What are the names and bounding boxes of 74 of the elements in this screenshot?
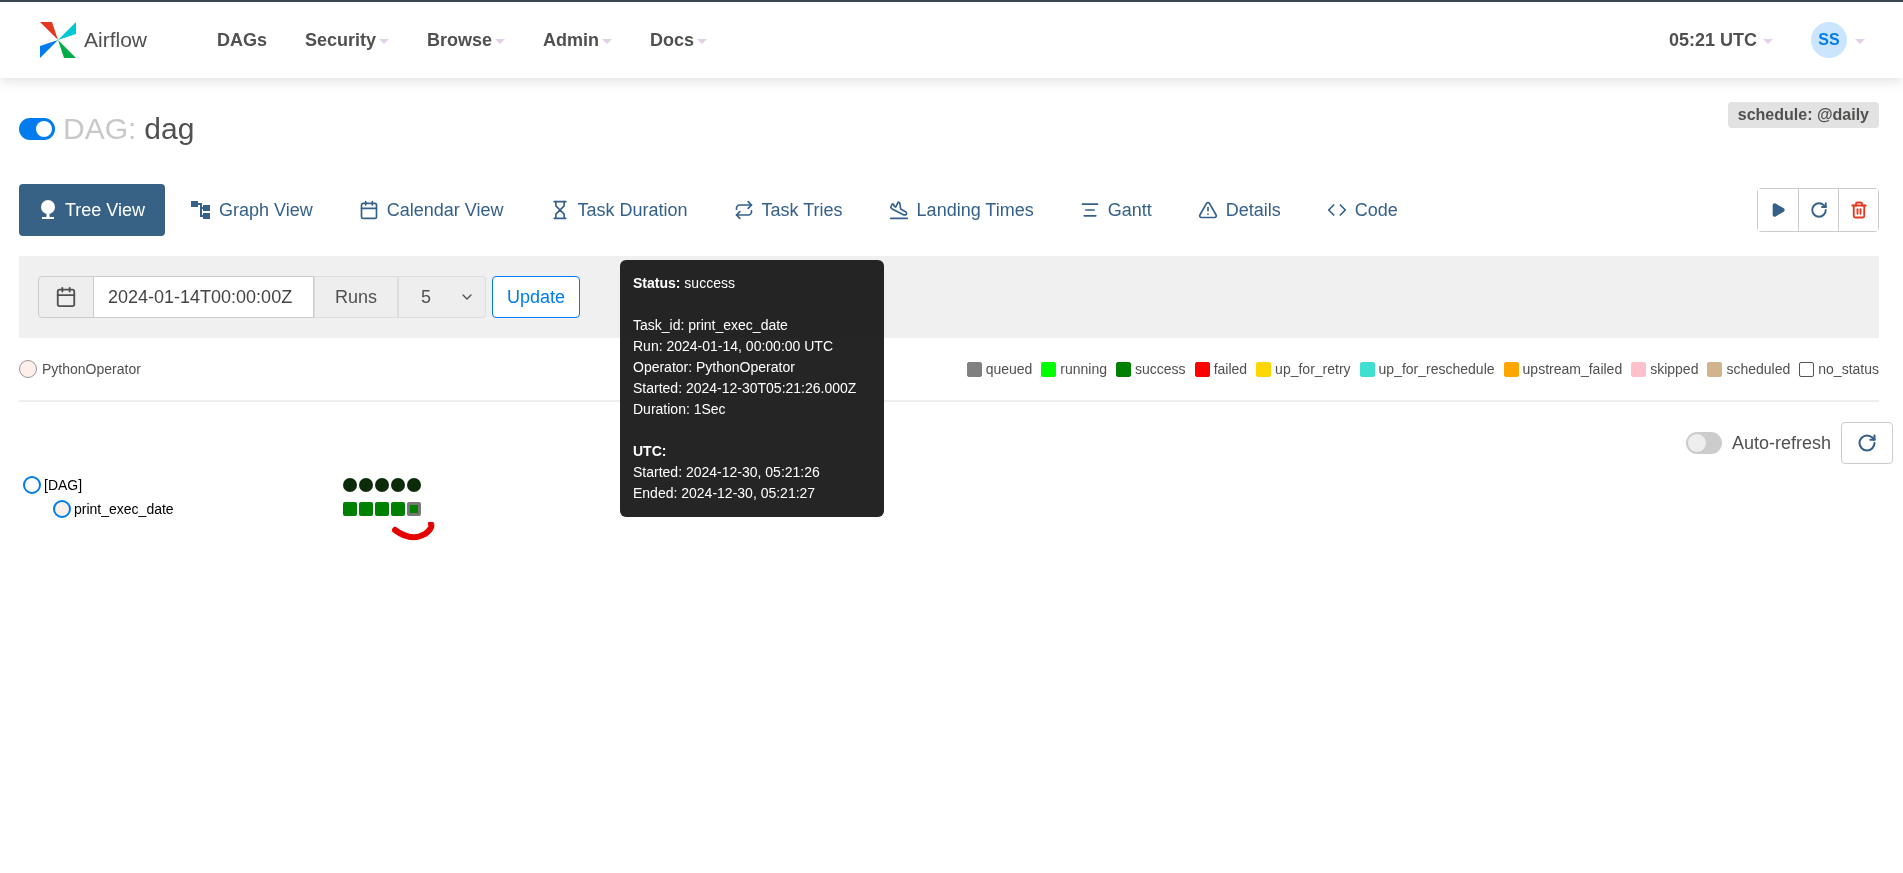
legend-label: upstream_failed: [1522, 361, 1623, 377]
tooltip-line: Ended: 2024-12-30, 05:21:27: [633, 484, 817, 503]
tooltip-line: Run: 2024-01-14, 00:00:00 UTC: [633, 337, 834, 356]
nav-menu-item[interactable]: DAGs: [217, 29, 268, 51]
triangle-icon: [1197, 200, 1218, 220]
legend-label: queued: [985, 361, 1033, 377]
operator-label: PythonOperator: [42, 361, 141, 377]
clock-menu[interactable]: 05:21 UTC: [1668, 29, 1773, 51]
view-tab[interactable]: Details: [1177, 184, 1301, 236]
legend-label: up_for_retry: [1275, 361, 1351, 377]
nav-menu-item[interactable]: Admin: [543, 29, 613, 51]
view-tab[interactable]: Gantt: [1059, 184, 1172, 236]
caret-icon: [495, 39, 506, 44]
brand-name[interactable]: Airflow: [84, 28, 147, 52]
legend-label: no_status: [1818, 361, 1879, 377]
caret-icon: [379, 39, 390, 44]
tree-node-label: print_exec_date: [74, 501, 174, 517]
tree-node-circle[interactable]: [23, 476, 41, 494]
dag-name: dag: [144, 112, 195, 146]
dag-run-circle[interactable]: [407, 478, 421, 492]
tooltip-status: Status: success: [633, 274, 736, 293]
calendar-icon: [358, 200, 379, 220]
update-button[interactable]: Update: [492, 276, 581, 318]
view-tab[interactable]: Task Tries: [713, 184, 863, 236]
schedule-badge: schedule: @daily: [1727, 102, 1879, 128]
dag-run-circle[interactable]: [375, 478, 389, 492]
caret-icon: [602, 39, 613, 44]
play-icon: [1770, 202, 1786, 218]
view-tab[interactable]: Tree View: [19, 184, 166, 236]
auto-refresh-label: Auto-refresh: [1731, 432, 1831, 454]
legend-label: running: [1060, 361, 1108, 377]
refresh-icon: [1809, 201, 1828, 219]
tooltip-line: Started: 2024-12-30, 05:21:26: [633, 463, 821, 482]
tooltip-line: Duration: 1Sec: [633, 400, 727, 419]
base-date-field[interactable]: 2024-01-14T00:00:00Z: [94, 276, 314, 318]
plane-landing-icon: [888, 200, 909, 220]
delete-button[interactable]: [1838, 189, 1878, 231]
nav-menu-item[interactable]: Browse: [427, 29, 506, 51]
view-tab[interactable]: Graph View: [171, 184, 333, 236]
nav-menu-item[interactable]: Security: [305, 29, 390, 51]
legend-label: skipped: [1650, 361, 1699, 377]
tree-node-circle[interactable]: [53, 500, 71, 518]
calendar-icon: [55, 286, 77, 308]
view-tab[interactable]: Task Duration: [529, 184, 708, 236]
trash-icon: [1849, 201, 1868, 219]
tree-node-label: [DAG]: [44, 477, 83, 493]
legend-label: up_for_reschedule: [1378, 361, 1495, 377]
dag-run-circle[interactable]: [343, 478, 357, 492]
dag-run-circle[interactable]: [359, 478, 373, 492]
dag-run-circle[interactable]: [391, 478, 405, 492]
tooltip-line: Operator: PythonOperator: [633, 358, 796, 377]
nav-menu-item[interactable]: Docs: [650, 29, 708, 51]
refresh-button[interactable]: [1841, 422, 1893, 464]
caret-icon: [697, 39, 708, 44]
tree-icon: [39, 200, 57, 220]
pinwheel-logo-icon[interactable]: [38, 20, 78, 60]
gantt-icon: [1079, 200, 1100, 220]
dag-toggle[interactable]: [19, 118, 55, 140]
runs-label: Runs: [314, 276, 398, 318]
tooltip-heading: UTC:: [633, 442, 668, 461]
runs-select[interactable]: 5: [398, 276, 486, 318]
view-tab[interactable]: Code: [1306, 184, 1418, 236]
legend-label: scheduled: [1726, 361, 1791, 377]
auto-refresh-switch[interactable]: [1685, 432, 1722, 454]
caret-icon: [1855, 39, 1865, 44]
view-tab[interactable]: Calendar View: [338, 184, 524, 236]
refresh-icon: [1857, 433, 1877, 453]
repeat-icon: [733, 200, 754, 220]
legend-label: success: [1135, 361, 1186, 377]
tooltip-line: Started: 2024-12-30T05:21:26.000Z: [633, 379, 858, 398]
graph-icon: [191, 201, 212, 219]
tooltip-line: Task_id: print_exec_date: [633, 316, 789, 335]
view-tab[interactable]: Landing Times: [868, 184, 1054, 236]
legend-label: failed: [1213, 361, 1248, 377]
